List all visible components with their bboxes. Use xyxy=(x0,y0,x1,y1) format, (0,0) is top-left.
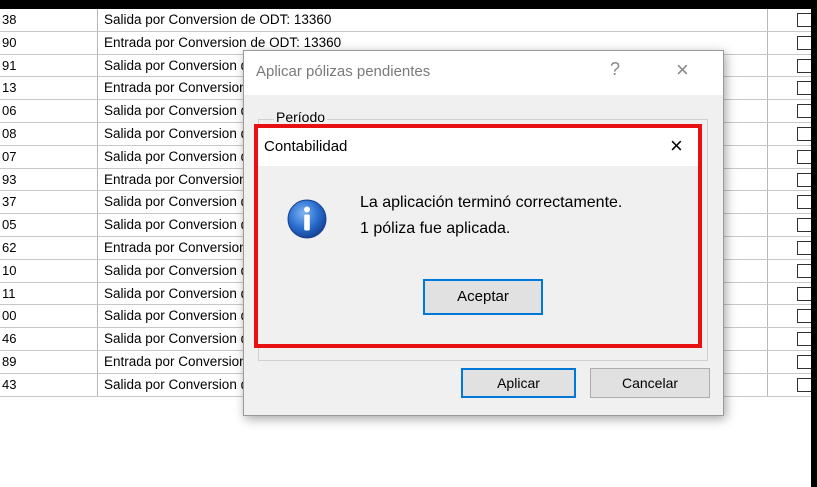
row-checkbox[interactable] xyxy=(797,354,811,369)
row-checkbox[interactable] xyxy=(797,218,811,233)
message-line-1: La aplicación terminó correctamente. xyxy=(360,194,623,211)
close-icon[interactable]: × xyxy=(670,133,683,159)
row-checkbox[interactable] xyxy=(797,81,811,96)
row-checkbox[interactable] xyxy=(797,286,811,301)
row-id-cell: 07 xyxy=(0,145,98,168)
row-checkbox[interactable] xyxy=(797,58,811,73)
close-icon[interactable]: × xyxy=(676,57,689,83)
row-id-cell: 46 xyxy=(0,328,98,350)
row-id-cell: 62 xyxy=(0,236,98,259)
row-checkbox[interactable] xyxy=(797,263,811,278)
row-checkbox[interactable] xyxy=(797,35,811,50)
row-checkbox[interactable] xyxy=(797,195,811,210)
dialog-title: Aplicar pólizas pendientes xyxy=(256,63,431,80)
row-id-cell: 91 xyxy=(0,54,98,77)
row-id-cell: 05 xyxy=(0,214,98,236)
window-frame-top xyxy=(0,0,817,9)
row-description-cell: Salida por Conversion de ODT: 13360 xyxy=(98,9,768,31)
row-id-cell: 93 xyxy=(0,168,98,191)
table-row[interactable]: 38 Salida por Conversion de ODT: 13360 xyxy=(0,9,811,32)
row-id-cell: 00 xyxy=(0,305,98,328)
row-checkbox[interactable] xyxy=(797,13,811,27)
row-checkbox[interactable] xyxy=(797,126,811,141)
message-line-2: 1 póliza fue aplicada. xyxy=(360,220,511,237)
row-id-cell: 90 xyxy=(0,31,98,54)
window-frame-right xyxy=(811,0,817,487)
row-id-cell: 43 xyxy=(0,373,98,396)
help-icon[interactable]: ? xyxy=(610,59,620,80)
row-checkbox[interactable] xyxy=(797,332,811,347)
row-checkbox[interactable] xyxy=(797,149,811,164)
row-checkbox[interactable] xyxy=(797,240,811,255)
row-id-cell: 38 xyxy=(0,9,98,31)
apply-button[interactable]: Aplicar xyxy=(461,368,576,398)
message-box-titlebar: Contabilidad × xyxy=(258,128,698,166)
row-checkbox[interactable] xyxy=(797,309,811,324)
row-checkbox[interactable] xyxy=(797,377,811,392)
row-id-cell: 89 xyxy=(0,350,98,373)
row-id-cell: 06 xyxy=(0,100,98,122)
cancel-button[interactable]: Cancelar xyxy=(590,368,710,398)
row-id-cell: 37 xyxy=(0,191,98,214)
dialog-titlebar: Aplicar pólizas pendientes ? × xyxy=(244,51,723,95)
info-icon xyxy=(287,199,327,239)
row-id-cell: 08 xyxy=(0,122,98,145)
period-label: Período xyxy=(274,109,328,125)
row-id-cell: 13 xyxy=(0,77,98,100)
message-box-title: Contabilidad xyxy=(264,138,348,155)
row-id-cell: 11 xyxy=(0,282,98,305)
contabilidad-message-box: Contabilidad × La aplicación terminó cor… xyxy=(254,124,702,348)
ok-button[interactable]: Aceptar xyxy=(423,279,543,315)
row-checkbox[interactable] xyxy=(797,172,811,187)
row-id-cell: 10 xyxy=(0,259,98,282)
row-checkbox[interactable] xyxy=(797,104,811,119)
